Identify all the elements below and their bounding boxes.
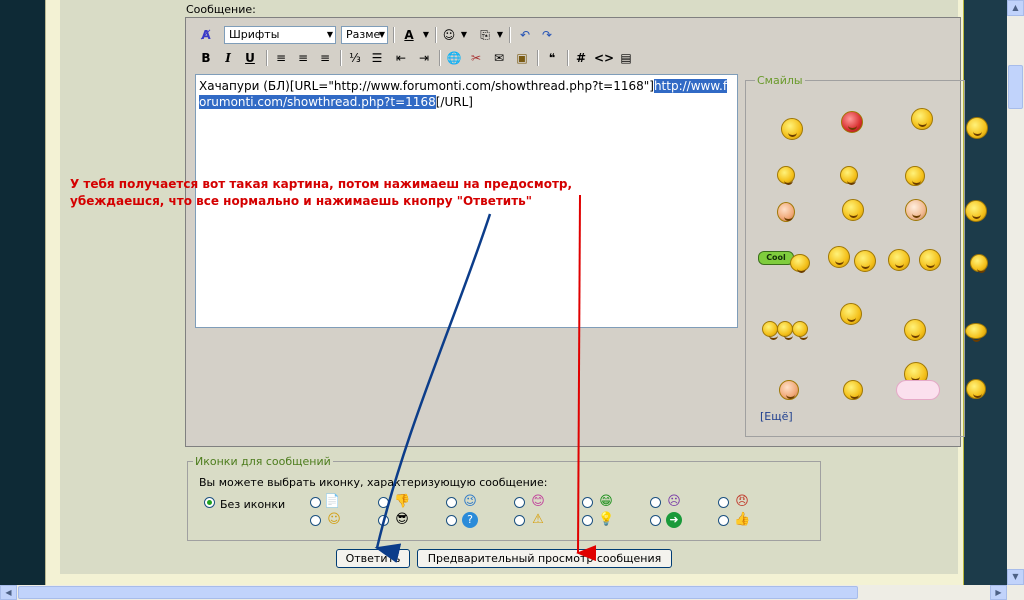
scroll-down-icon[interactable]: ▼ (1007, 569, 1024, 585)
blue-arrow (374, 213, 492, 563)
page: Сообщение: A̸ Шрифты ▼ Разме ▼ A ▼ ☺ ▼ ⎘ ▼… (0, 0, 1024, 600)
scroll-up-icon[interactable]: ▲ (1007, 0, 1024, 16)
annotation-arrows (374, 194, 597, 563)
horizontal-scroll-thumb[interactable] (18, 586, 858, 599)
red-arrow (576, 194, 597, 562)
scroll-left-icon[interactable]: ◀ (0, 585, 17, 600)
scroll-right-icon[interactable]: ▶ (990, 585, 1007, 600)
vertical-scroll-thumb[interactable] (1008, 65, 1023, 109)
